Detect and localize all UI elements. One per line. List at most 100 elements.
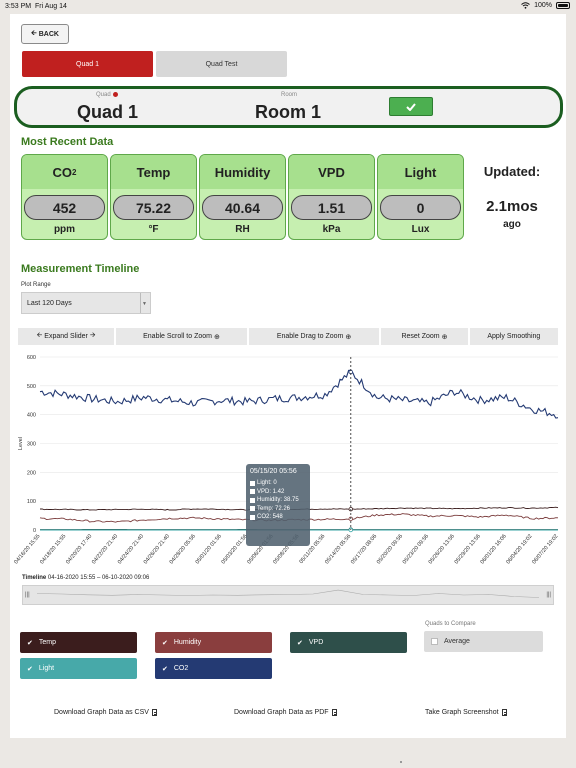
x-tick-label: 05/23/20 09:56: [402, 533, 430, 565]
tab-quad-1[interactable]: Quad 1: [22, 51, 153, 77]
confirm-button[interactable]: [389, 97, 433, 116]
tooltip-row: CO2: 548: [250, 513, 306, 522]
arrow-left-icon: 🡨: [36, 332, 43, 339]
x-tick-label: 04/20/20 17:40: [65, 533, 93, 565]
updated-suffix: ago: [503, 219, 521, 230]
y-tick-label: 500: [27, 384, 36, 390]
x-tick-label: 04/16/20 15:55: [13, 533, 41, 565]
screenshot-label: Take Graph Screenshot: [425, 709, 499, 716]
metric-vpd-label: VPD: [289, 155, 374, 189]
average-label: Average: [444, 638, 470, 645]
checkbox-icon: [431, 638, 438, 645]
metric-humidity-unit: RH: [235, 224, 250, 235]
plot-range-label: Plot Range: [21, 282, 51, 288]
updated-label: Updated:: [483, 164, 541, 179]
legend-light-toggle[interactable]: ✔ Light: [20, 658, 137, 679]
x-tick-label: 06/04/20 19:02: [505, 533, 533, 565]
quad-name[interactable]: Quad 1: [77, 102, 138, 123]
x-tick-label: 06/01/20 16:06: [480, 533, 508, 565]
main-card: 🡨 BACK Quad 1 Quad Test Quad Quad 1 Room…: [10, 14, 566, 738]
metric-humidity-label: Humidity: [200, 155, 285, 189]
legend-vpd-toggle[interactable]: ✔ VPD: [290, 632, 407, 653]
legend-temp-toggle[interactable]: ✔ Temp: [20, 632, 137, 653]
series-line-co2: [39, 369, 559, 419]
tooltip-swatch: [250, 506, 255, 512]
x-tick-label: 04/24/20 21:40: [117, 533, 145, 565]
x-tick-label: 04/26/20 21:40: [143, 533, 171, 565]
metric-co2: CO 2 452 ppm: [21, 154, 108, 240]
date-text: Fri Aug 14: [34, 3, 67, 10]
tooltip-humidity: Humidity: 38.75: [257, 497, 299, 503]
check-icon: ✔: [162, 639, 168, 647]
scroll-zoom-label: Enable Scroll to Zoom: [143, 333, 212, 340]
clock-text: 3:53 PM: [5, 3, 32, 10]
drag-zoom-label: Enable Drag to Zoom: [276, 333, 344, 340]
file-icon: [331, 709, 337, 716]
most-recent-title: Most Recent Data: [21, 136, 114, 148]
metric-temp-label: Temp: [111, 155, 196, 189]
metric-light-value: 0: [380, 195, 461, 220]
compare-label: Quads to Compare: [425, 621, 476, 627]
scroll-zoom-button[interactable]: Enable Scroll to Zoom ⊕: [116, 328, 247, 345]
y-tick-label: 200: [27, 470, 36, 476]
updated-value: 2.1mos: [486, 198, 538, 215]
legend-humidity-toggle[interactable]: ✔ Humidity: [155, 632, 272, 653]
metric-humidity: Humidity 40.64 RH: [199, 154, 286, 240]
plot-range-select[interactable]: Last 120 Days ▼: [21, 292, 151, 314]
check-icon: ✔: [162, 665, 168, 673]
tooltip-temp: Temp: 72.26: [257, 505, 291, 512]
navigator-path: [36, 589, 540, 598]
y-tick-label: 300: [27, 442, 36, 448]
screenshot-link[interactable]: Take Graph Screenshot: [425, 709, 507, 716]
chart-toolbar: 🡨 Expand Slider 🡪 Enable Scroll to Zoom …: [18, 328, 558, 345]
tooltip-co2: CO2: 548: [257, 514, 283, 520]
expand-slider-button[interactable]: 🡨 Expand Slider 🡪: [18, 328, 115, 345]
arrow-right-icon: 🡪: [89, 332, 96, 339]
download-csv-link[interactable]: Download Graph Data as CSV: [54, 709, 157, 716]
metric-temp-unit: °F: [148, 224, 159, 235]
smoothing-button[interactable]: Apply Smoothing: [469, 328, 558, 345]
metric-temp: Temp 75.22 °F: [110, 154, 197, 240]
timeline-navigator[interactable]: ||| |||: [22, 585, 554, 605]
download-csv-label: Download Graph Data as CSV: [54, 709, 149, 716]
drag-zoom-button[interactable]: Enable Drag to Zoom ⊕: [248, 328, 380, 345]
x-tick-label: 05/29/20 13:56: [454, 533, 482, 565]
room-name[interactable]: Room 1: [255, 102, 321, 123]
tooltip-swatch: [250, 497, 255, 503]
tooltip-row: VPD: 1.42: [250, 488, 306, 497]
metric-light: Light 0 Lux: [377, 154, 464, 240]
tab-quad-test[interactable]: Quad Test: [156, 51, 287, 77]
timeline-range-label: Timeline: [22, 575, 47, 581]
legend-vpd-label: VPD: [308, 639, 324, 646]
right-handle-icon[interactable]: |||: [546, 592, 551, 598]
arrow-left-icon: 🡨: [31, 29, 37, 37]
quad-label: Quad: [96, 92, 118, 98]
timeline-range-value: 04-16-2020 15:55 – 06-10-2020 09:06: [47, 575, 150, 581]
back-button[interactable]: 🡨 BACK: [21, 24, 69, 44]
legend-co2-toggle[interactable]: ✔ CO2: [155, 658, 272, 679]
left-handle-icon[interactable]: |||: [25, 592, 30, 598]
check-icon: ✔: [27, 639, 33, 647]
zoom-in-icon: ⊕: [345, 333, 352, 341]
home-indicator: [400, 761, 402, 763]
metric-co2-unit: ppm: [53, 224, 76, 235]
x-tick-label: 05/03/20 01:56: [221, 533, 249, 565]
x-tick-label: 04/18/20 15:55: [39, 533, 67, 565]
metric-vpd-value: 1.51: [291, 195, 372, 220]
reset-zoom-label: Reset Zoom: [401, 333, 440, 340]
y-tick-label: 400: [27, 413, 36, 419]
metric-light-unit: Lux: [411, 224, 430, 235]
status-bar: 3:53 PM Fri Aug 14 100%: [0, 0, 576, 14]
metric-light-label: Light: [378, 155, 463, 189]
average-toggle[interactable]: Average: [424, 631, 543, 652]
legend-co2-label: CO2: [173, 665, 189, 672]
x-tick-label: 06/07/20 19:02: [531, 533, 559, 565]
metric-co2-label: CO 2: [22, 155, 107, 189]
reset-zoom-button[interactable]: Reset Zoom ⊕: [381, 328, 468, 345]
legend-humidity-label: Humidity: [173, 639, 202, 646]
timeline-title: Measurement Timeline: [21, 263, 140, 275]
chart-tooltip: 05/15/20 05:56 Light: 0 VPD: 1.42 Humidi…: [246, 464, 310, 546]
tooltip-title: 05/15/20 05:56: [250, 468, 297, 475]
download-pdf-link[interactable]: Download Graph Data as PDF: [234, 709, 337, 716]
co2-label-text: CO: [52, 164, 73, 180]
